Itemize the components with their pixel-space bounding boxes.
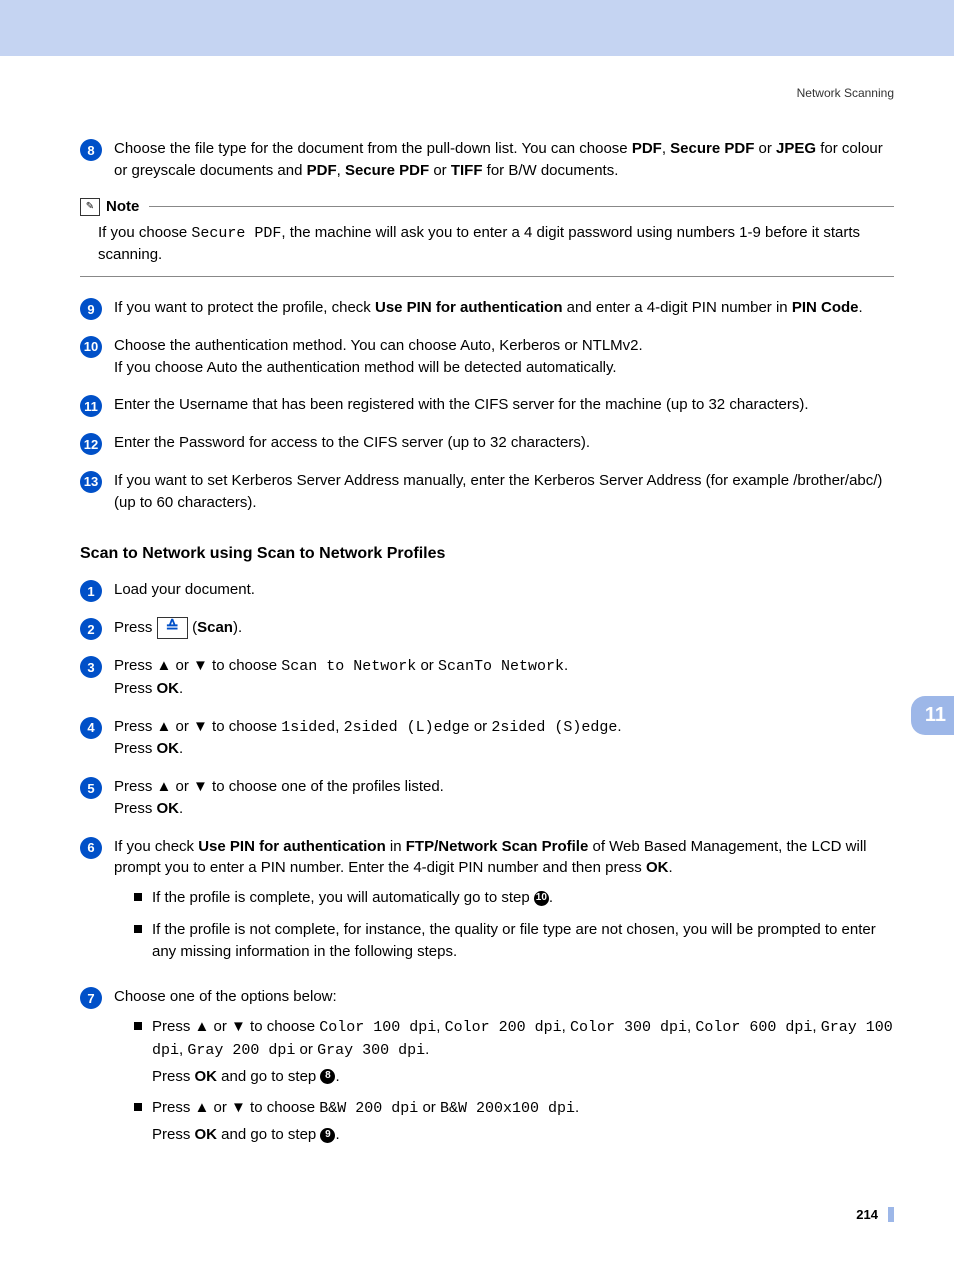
note-title: Note (106, 198, 139, 215)
step-body: Choose one of the options below:Press ▲ … (114, 986, 894, 1156)
step-number-badge: 2 (80, 618, 102, 640)
step-body: Load your document. (114, 579, 894, 603)
step-body: Enter the Username that has been registe… (114, 394, 894, 418)
step: 2 Press ≙ (Scan). (80, 617, 894, 641)
step: 11 Enter the Username that has been regis… (80, 394, 894, 418)
section-title: Network Scanning (80, 86, 894, 100)
step: 4 Press ▲ or ▼ to choose 1sided, 2sided (… (80, 716, 894, 763)
step-number-badge: 8 (80, 139, 102, 161)
step: 13 If you want to set Kerberos Server Add… (80, 470, 894, 516)
step-body: Press ▲ or ▼ to choose 1sided, 2sided (L… (114, 716, 894, 763)
square-bullet-icon (134, 893, 142, 901)
step: 10 Choose the authentication method. You … (80, 335, 894, 381)
step-ref-10-icon: 10 (534, 891, 549, 906)
step-body: If you want to set Kerberos Server Addre… (114, 470, 894, 516)
step-number-badge: 10 (80, 336, 102, 358)
note-icon: ✎ (80, 198, 100, 216)
sub-bullet: Press ▲ or ▼ to choose Color 100 dpi, Co… (134, 1016, 894, 1091)
step-number-badge: 3 (80, 656, 102, 678)
step-number-badge: 4 (80, 717, 102, 739)
square-bullet-icon (134, 1103, 142, 1111)
step-number-badge: 11 (80, 395, 102, 417)
step-body: Enter the Password for access to the CIF… (114, 432, 894, 456)
step-number-badge: 5 (80, 777, 102, 799)
note-body: If you choose Secure PDF, the machine wi… (80, 216, 894, 278)
step: 12 Enter the Password for access to the C… (80, 432, 894, 456)
step-body: Choose the authentication method. You ca… (114, 335, 894, 381)
step-body: If you check Use PIN for authentication … (114, 836, 894, 973)
step: 3 Press ▲ or ▼ to choose Scan to Network … (80, 655, 894, 702)
step-body: If you want to protect the profile, chec… (114, 297, 894, 321)
step-number-badge: 12 (80, 433, 102, 455)
step-number-badge: 6 (80, 837, 102, 859)
note-divider (149, 206, 894, 207)
step-number-badge: 1 (80, 580, 102, 602)
page-content: Network Scanning 8 Choose the file type f… (0, 56, 954, 1263)
step-ref-9-icon: 9 (320, 1128, 335, 1143)
step: 8 Choose the file type for the document f… (80, 138, 894, 184)
step-number-badge: 9 (80, 298, 102, 320)
note-box: ✎ Note If you choose Secure PDF, the mac… (80, 198, 894, 278)
sub-bullet: Press ▲ or ▼ to choose B&W 200 dpi or B&… (134, 1097, 894, 1150)
step-ref-8-icon: 8 (320, 1069, 335, 1084)
step-number-badge: 13 (80, 471, 102, 493)
step-body: Press ▲ or ▼ to choose Scan to Network o… (114, 655, 894, 702)
step-number-badge: 7 (80, 987, 102, 1009)
step: 6 If you check Use PIN for authentication… (80, 836, 894, 973)
page-number: 214 (856, 1207, 894, 1222)
step: 1 Load your document. (80, 579, 894, 603)
top-bar (0, 0, 954, 56)
step: 9 If you want to protect the profile, che… (80, 297, 894, 321)
sub-bullet: If the profile is not complete, for inst… (134, 919, 894, 967)
square-bullet-icon (134, 1022, 142, 1030)
step-body: Press ▲ or ▼ to choose one of the profil… (114, 776, 894, 822)
step-body: Choose the file type for the document fr… (114, 138, 894, 184)
step-body: Press ≙ (Scan). (114, 617, 894, 641)
chapter-tab: 11 (911, 696, 954, 735)
step: 7 Choose one of the options below:Press ▲… (80, 986, 894, 1156)
square-bullet-icon (134, 925, 142, 933)
scan-button-icon: ≙ (157, 617, 188, 639)
section-heading: Scan to Network using Scan to Network Pr… (80, 545, 894, 563)
step: 5 Press ▲ or ▼ to choose one of the profi… (80, 776, 894, 822)
sub-bullet: If the profile is complete, you will aut… (134, 887, 894, 913)
